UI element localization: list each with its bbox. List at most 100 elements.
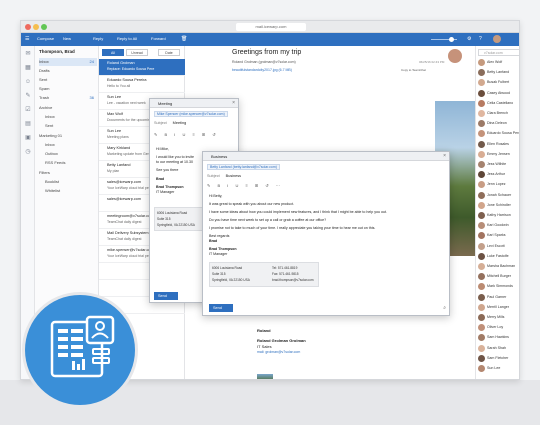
- folder-item[interactable]: Drafts: [39, 67, 97, 75]
- contact-item[interactable]: Sun Lee: [476, 364, 519, 374]
- subject-field[interactable]: Subject Meeting: [154, 121, 186, 125]
- filter-unread[interactable]: Unread: [126, 49, 148, 56]
- contact-item[interactable]: Mitchell Burger: [476, 272, 519, 282]
- contact-item[interactable]: Celia Castellano: [476, 99, 519, 109]
- filter-all[interactable]: All: [102, 49, 124, 56]
- contact-item[interactable]: Jess Arthur: [476, 170, 519, 180]
- contact-item[interactable]: Emmy Jensen: [476, 150, 519, 160]
- journal-icon[interactable]: ◷: [24, 148, 32, 156]
- contact-name: Dina Deleon: [487, 121, 507, 126]
- sort-date[interactable]: Date: [158, 49, 180, 56]
- folder-item[interactable]: Archive: [39, 104, 97, 112]
- contact-item[interactable]: Jone Schindler: [476, 201, 519, 211]
- close-icon[interactable]: ×: [443, 153, 446, 159]
- contact-item[interactable]: Casey Atwood: [476, 89, 519, 99]
- menu-icon[interactable]: ☰: [25, 36, 29, 42]
- contact-item[interactable]: Alex Wolf: [476, 58, 519, 68]
- contact-item[interactable]: Oliver Loy: [476, 323, 519, 333]
- copy-to-teamchat[interactable]: Copy to TeamChat: [401, 68, 426, 72]
- contact-item[interactable]: Jess Wilhite: [476, 160, 519, 170]
- contact-item[interactable]: Sam Fletcher: [476, 354, 519, 364]
- contact-item[interactable]: Marsha Bachman: [476, 262, 519, 272]
- zoom-knob[interactable]: [449, 37, 454, 42]
- folder-item[interactable]: Filters: [39, 169, 97, 177]
- folder-item[interactable]: Marketing 01: [39, 132, 97, 140]
- message-row[interactable]: Roland Grolman Replace: Eduardo Sousa Per…: [99, 59, 185, 76]
- contact-item[interactable]: Kathy Harrison: [476, 211, 519, 221]
- recipient-chip[interactable]: Mike Spencer (mike.spencer@v7solar.com): [154, 111, 228, 117]
- subject-field[interactable]: Subject Business: [207, 174, 241, 178]
- message-sender[interactable]: Roland Grolman (grolman@v7solar.com): [232, 60, 296, 64]
- format-toolbar[interactable]: ✎ B I U ≡ ⊞ ↺: [154, 132, 219, 137]
- folder-item[interactable]: Trash 36: [39, 94, 97, 102]
- contact-item[interactable]: Merry Mills: [476, 313, 519, 323]
- contact-item[interactable]: Mark Simmonds: [476, 282, 519, 292]
- folder-item[interactable]: Inbox 24: [39, 58, 97, 66]
- folder-item[interactable]: Outbox: [45, 150, 103, 158]
- to-field[interactable]: Mike Spencer (mike.spencer@v7solar.com): [154, 111, 228, 117]
- contact-item[interactable]: Clara Brench: [476, 109, 519, 119]
- forward-button[interactable]: Forward: [151, 36, 166, 41]
- subject-label: Subject: [154, 121, 167, 125]
- contact-item[interactable]: Ellen Rosales: [476, 140, 519, 150]
- message-row[interactable]: Eduardo Sousa Pereira Hello to You all: [99, 76, 185, 93]
- minimize-dot-icon[interactable]: [33, 24, 39, 30]
- user-avatar[interactable]: [493, 35, 501, 43]
- delete-icon[interactable]: 🗑: [181, 36, 187, 42]
- settings-icon[interactable]: ⚙: [467, 36, 471, 42]
- compose-button[interactable]: Compose: [37, 36, 54, 41]
- contact-item[interactable]: Betty Lanfand: [476, 68, 519, 78]
- address-bar[interactable]: mail.icewarp.com: [236, 23, 306, 31]
- contact-item[interactable]: Eduardo Sousa Pereira: [476, 129, 519, 139]
- folder-item[interactable]: Inbox: [45, 141, 103, 149]
- maximize-dot-icon[interactable]: [41, 24, 47, 30]
- contact-item[interactable]: Kari Goodwin: [476, 221, 519, 231]
- signature-email[interactable]: mail: grolman@v7solar.com: [257, 350, 300, 354]
- to-field[interactable]: Betty Lanfand (betty.lanfand@v7solar.com…: [207, 164, 280, 170]
- contact-item[interactable]: Sarah Shah: [476, 344, 519, 354]
- help-icon[interactable]: ?: [479, 36, 482, 42]
- send-button[interactable]: Send: [209, 304, 233, 312]
- contact-item[interactable]: Sam Hawkins: [476, 333, 519, 343]
- calendar-icon[interactable]: ▦: [24, 64, 32, 72]
- contact-item[interactable]: Paul Garner: [476, 293, 519, 303]
- folder-item[interactable]: Whitelist: [45, 187, 103, 195]
- contacts-icon[interactable]: ☺: [24, 78, 32, 86]
- files-icon[interactable]: ▣: [24, 134, 32, 142]
- contact-item[interactable]: Luke Fastolfe: [476, 252, 519, 262]
- tasks-icon[interactable]: ☑: [24, 106, 32, 114]
- attachment-link[interactable]: beautifulstandardcity2017.jpg (6.7 MB): [232, 68, 292, 72]
- email-line[interactable]: brad.thompson@v7solar.com: [272, 278, 314, 282]
- close-icon[interactable]: ×: [232, 100, 235, 106]
- contact-item[interactable]: Levi Escott: [476, 242, 519, 252]
- notes-icon[interactable]: ▤: [24, 120, 32, 128]
- contact-item[interactable]: Merrill Langer: [476, 303, 519, 313]
- folder-item[interactable]: Sent: [45, 122, 103, 130]
- mail-icon[interactable]: ✉: [24, 50, 32, 58]
- contact-item[interactable]: Dina Deleon: [476, 119, 519, 129]
- contact-item[interactable]: Jenn Lopez: [476, 180, 519, 190]
- message-subject: Replace: Eduardo Sousa Pere: [107, 67, 155, 71]
- subject-value[interactable]: Meeting: [173, 121, 187, 125]
- recipient-chip[interactable]: Betty Lanfand (betty.lanfand@v7solar.com…: [207, 164, 280, 170]
- contact-search[interactable]: v7solar.com: [478, 49, 519, 56]
- contact-item[interactable]: Karl Sparks: [476, 231, 519, 241]
- contact-item[interactable]: Busak Fulbert: [476, 78, 519, 88]
- format-toolbar[interactable]: ✎ B I U ≡ ⊞ ↺ ⋯: [207, 183, 283, 188]
- folder-item[interactable]: Spam: [39, 85, 97, 93]
- contact-item[interactable]: Jonah Schauer: [476, 191, 519, 201]
- folder-item[interactable]: RSS Feeds: [45, 159, 103, 167]
- reply-button[interactable]: Reply: [93, 36, 103, 41]
- folder-item[interactable]: Sent: [39, 76, 97, 84]
- attach-icon[interactable]: ⌕: [443, 305, 446, 311]
- folder-item[interactable]: Booklist: [45, 178, 103, 186]
- folder-item[interactable]: Inbox: [45, 113, 103, 121]
- account-name[interactable]: Thompson, Brad: [39, 49, 75, 54]
- close-dot-icon[interactable]: [25, 24, 31, 30]
- new-button[interactable]: New: [63, 36, 71, 41]
- send-button[interactable]: Send: [154, 292, 178, 300]
- photo-thumbnail[interactable]: [257, 374, 273, 379]
- chat-icon[interactable]: ✎: [24, 92, 32, 100]
- reply-all-button[interactable]: Reply to All: [117, 36, 137, 41]
- subject-value[interactable]: Business: [226, 174, 241, 178]
